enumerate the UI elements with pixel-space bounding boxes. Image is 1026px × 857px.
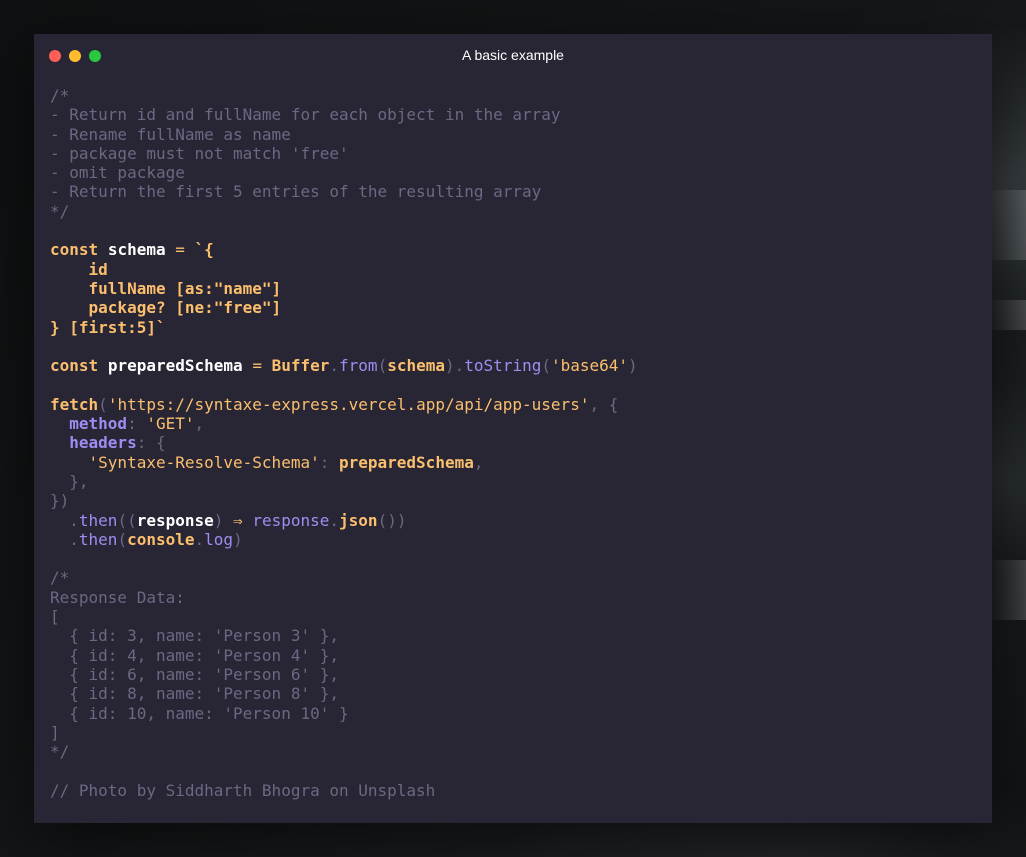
colon: : [127, 414, 147, 434]
url-string: 'https://syntaxe-express.vercel.app/api/… [107, 394, 590, 414]
arrow-operator: ⇒ [233, 510, 243, 530]
photo-credit-comment: // Photo by Siddharth Bhogra on Unsplash [50, 780, 436, 800]
colon: : [319, 452, 339, 472]
schema-line: package? [ne:"free"] [50, 298, 282, 318]
paren: ) [213, 510, 224, 530]
comment-line: - omit package [50, 163, 185, 183]
paren: ) [628, 356, 638, 376]
call-close: }) [50, 491, 70, 511]
comment-open: /* [50, 568, 70, 588]
window-title: A basic example [462, 47, 564, 63]
response-label: Response Data: [50, 587, 185, 607]
comment-close: */ [50, 742, 70, 762]
base64-string: 'base64' [550, 356, 629, 376]
comment-line: - Rename fullName as name [50, 124, 291, 144]
buffer-class: Buffer [271, 356, 330, 376]
comment-line: - package must not match 'free' [50, 143, 349, 163]
log-method: log [204, 529, 234, 549]
comma: , [473, 452, 484, 472]
method-key: method [69, 414, 128, 434]
prepared-schema-reference: preparedSchema [338, 452, 474, 472]
equals-operator: = [252, 356, 262, 376]
response-line: { id: 10, name: 'Person 10' } [50, 703, 349, 723]
title-bar: A basic example [34, 34, 992, 78]
json-method: json [339, 510, 378, 530]
code-block: /* - Return id and fullName for each obj… [50, 86, 638, 800]
code-window: A basic example /* - Return id and fullN… [34, 34, 992, 823]
paren: ()) [377, 510, 407, 530]
dot: . [69, 529, 79, 549]
comment-open: /* [50, 86, 70, 105]
brace-close: }, [69, 471, 89, 491]
paren: ) [445, 356, 455, 376]
schema-argument: schema [387, 356, 445, 376]
comment-close: */ [50, 201, 70, 221]
response-line: { id: 6, name: 'Person 6' }, [50, 664, 339, 684]
schema-line: fullName [as:"name"] [50, 278, 282, 298]
from-method: from [339, 356, 378, 376]
to-string-method: toString [464, 356, 542, 376]
paren: ( [98, 394, 108, 414]
equals-operator: = [175, 240, 185, 260]
template-open: `{ [194, 240, 214, 260]
background-stripe [986, 300, 1026, 330]
response-line: { id: 3, name: 'Person 3' }, [50, 626, 339, 646]
fetch-call: fetch [50, 394, 99, 414]
dot: . [69, 510, 79, 530]
paren: ) [233, 529, 243, 549]
colon: : [136, 433, 156, 453]
then-method: then [78, 510, 118, 530]
paren: ( [541, 356, 551, 376]
method-value: 'GET' [146, 414, 195, 434]
keyword-const: const [50, 240, 99, 260]
console-object: console [127, 529, 195, 549]
paren: (( [117, 510, 137, 530]
punctuation: , { [589, 394, 619, 414]
dot: . [329, 510, 340, 530]
response-reference: response [252, 510, 330, 530]
then-method: then [78, 529, 118, 549]
response-line: { id: 8, name: 'Person 8' }, [50, 684, 339, 704]
template-close: } [first:5]` [50, 317, 166, 337]
array-open: [ [50, 607, 60, 627]
paren: ( [117, 529, 128, 549]
prepared-schema-variable: preparedSchema [107, 356, 243, 376]
schema-line: id [50, 259, 108, 279]
header-name-string: 'Syntaxe-Resolve-Schema' [88, 452, 320, 472]
schema-variable: schema [107, 240, 166, 260]
comment-line: - Return id and fullName for each object… [50, 105, 561, 125]
array-close: ] [50, 722, 60, 742]
response-param: response [136, 510, 214, 530]
background-stripe [986, 190, 1026, 260]
headers-key: headers [69, 433, 137, 453]
brace: { [155, 433, 166, 453]
dot: . [194, 529, 205, 549]
background-stripe [986, 560, 1026, 620]
paren: ( [377, 356, 388, 376]
keyword-const: const [50, 356, 99, 376]
response-line: { id: 4, name: 'Person 4' }, [50, 645, 339, 665]
comment-line: - Return the first 5 entries of the resu… [50, 182, 542, 202]
dot: . [329, 356, 340, 376]
comma: , [194, 414, 205, 434]
dot: . [454, 356, 465, 376]
